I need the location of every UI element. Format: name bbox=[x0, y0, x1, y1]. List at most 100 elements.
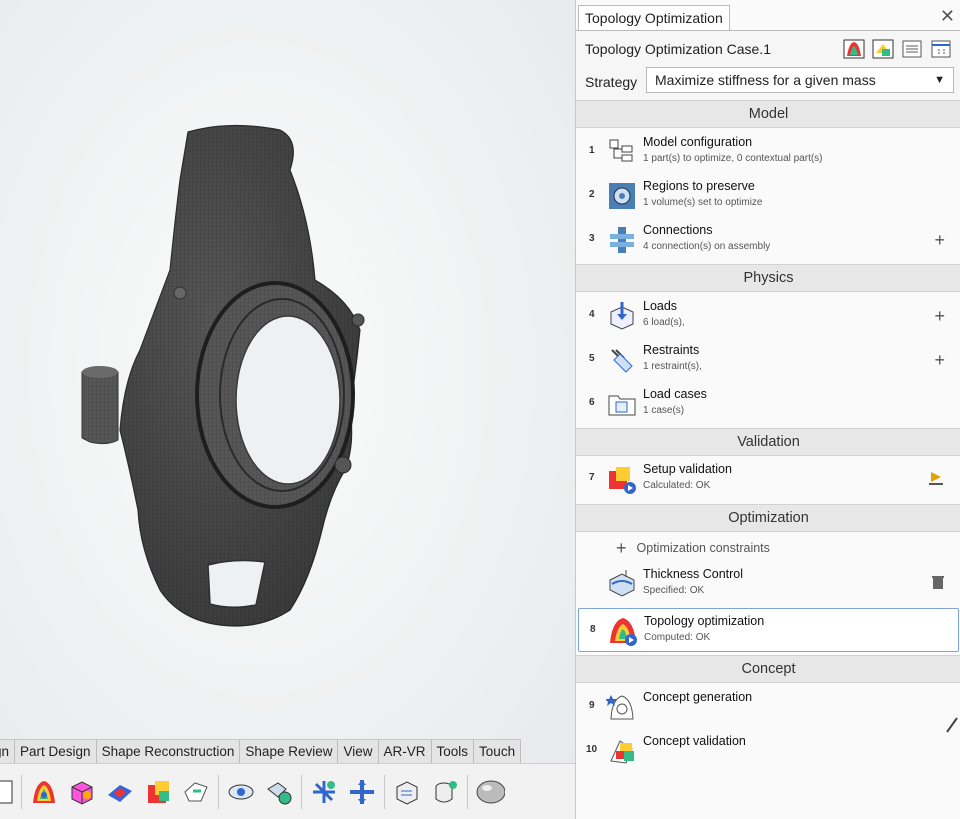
run-validation-icon[interactable] bbox=[927, 469, 945, 492]
add-optimization-constraints[interactable]: + Optimization constraints bbox=[616, 538, 770, 559]
strategy-dropdown[interactable]: Maximize stiffness for a given mass ▼ bbox=[646, 67, 954, 93]
connections-icon bbox=[606, 224, 638, 256]
row-number: 5 bbox=[589, 353, 595, 364]
workbench-tabs: gnPart DesignShape ReconstructionShape R… bbox=[0, 739, 522, 764]
row-subtitle: 1 volume(s) set to optimize bbox=[643, 197, 763, 208]
close-icon[interactable]: ✕ bbox=[940, 6, 955, 27]
concept-generation-icon bbox=[605, 691, 638, 723]
row-concept-validation[interactable]: 10 Concept validation bbox=[576, 729, 960, 773]
row-model-configuration[interactable]: 1 Model configuration 1 part(s) to optim… bbox=[576, 130, 960, 174]
row-subtitle: Computed: OK bbox=[644, 632, 711, 643]
row-number: 1 bbox=[589, 145, 595, 156]
row-thickness-control[interactable]: Thickness Control Specified: OK bbox=[576, 562, 960, 606]
topology-optimization-panel: Topology Optimization ✕ Topology Optimiz… bbox=[575, 0, 960, 819]
row-concept-generation[interactable]: 9 Concept generation bbox=[576, 685, 960, 729]
flow-icon[interactable] bbox=[181, 777, 211, 807]
folder-icon bbox=[606, 388, 638, 420]
toolbar-separator bbox=[301, 775, 302, 809]
workbench-tab[interactable]: AR-VR bbox=[378, 740, 432, 764]
resize-cursor-icon bbox=[946, 717, 958, 733]
restraints-icon bbox=[606, 344, 638, 376]
row-title: Restraints bbox=[643, 343, 700, 357]
color-map-icon[interactable] bbox=[105, 777, 135, 807]
workbench-tab[interactable]: Part Design bbox=[15, 740, 97, 764]
toolbar-separator bbox=[218, 775, 219, 809]
row-number: 8 bbox=[590, 624, 596, 635]
concept-validation-icon bbox=[606, 735, 638, 767]
row-regions-to-preserve[interactable]: 2 Regions to preserve 1 volume(s) set to… bbox=[576, 174, 960, 218]
row-title: Model configuration bbox=[643, 135, 753, 149]
row-number: 7 bbox=[589, 472, 595, 483]
workbench-tab[interactable]: Touch bbox=[474, 740, 522, 764]
row-subtitle: 4 connection(s) on assembly bbox=[643, 241, 771, 252]
row-subtitle: 1 restraint(s), bbox=[643, 361, 702, 372]
mesh-box-icon[interactable] bbox=[67, 777, 97, 807]
add-load-button[interactable]: + bbox=[934, 306, 945, 327]
gear-part-icon[interactable] bbox=[264, 777, 294, 807]
tree-structure-icon bbox=[606, 136, 638, 168]
knuckle-part-model[interactable] bbox=[60, 110, 380, 650]
row-loads[interactable]: 4 Loads 6 load(s), + bbox=[576, 294, 960, 338]
case-actions bbox=[842, 38, 953, 60]
panel-tab[interactable]: Topology Optimization bbox=[578, 5, 730, 30]
row-subtitle: 1 case(s) bbox=[643, 405, 685, 416]
optimization-constraints-label: Optimization constraints bbox=[636, 541, 770, 555]
add-restraint-button[interactable]: + bbox=[934, 350, 945, 371]
topology-map-icon[interactable] bbox=[29, 777, 59, 807]
row-number: 3 bbox=[589, 233, 595, 244]
row-title: Thickness Control bbox=[643, 567, 744, 581]
plus-icon: + bbox=[616, 538, 627, 558]
row-subtitle: Calculated: OK bbox=[643, 480, 711, 491]
row-restraints[interactable]: 5 Restraints 1 restraint(s), + bbox=[576, 338, 960, 382]
toolbar-separator bbox=[467, 775, 468, 809]
row-connections[interactable]: 3 Connections 4 connection(s) on assembl… bbox=[576, 218, 960, 262]
sphere-icon[interactable] bbox=[475, 777, 505, 807]
section-model: Model bbox=[576, 100, 960, 128]
regions-icon bbox=[606, 180, 638, 212]
row-load-cases[interactable]: 6 Load cases 1 case(s) bbox=[576, 382, 960, 426]
eye-rotate-icon[interactable] bbox=[226, 777, 256, 807]
section-physics: Physics bbox=[576, 264, 960, 292]
arrow-fan-icon[interactable] bbox=[309, 777, 339, 807]
workbench-tab[interactable]: Shape Review bbox=[240, 740, 339, 764]
row-subtitle: Specified: OK bbox=[643, 585, 705, 596]
color-cube-icon[interactable] bbox=[143, 777, 173, 807]
section-concept: Concept bbox=[576, 655, 960, 683]
row-number: 2 bbox=[589, 189, 595, 200]
drawing-icon[interactable] bbox=[392, 777, 422, 807]
row-title: Load cases bbox=[643, 387, 707, 401]
arrow-cross-icon[interactable] bbox=[347, 777, 377, 807]
results-icon[interactable] bbox=[871, 38, 895, 60]
row-title: Loads bbox=[643, 299, 678, 313]
grid-settings-icon[interactable] bbox=[929, 38, 953, 60]
cylinder-icon[interactable] bbox=[430, 777, 460, 807]
validation-cube-icon bbox=[606, 463, 638, 495]
caret-down-icon: ▼ bbox=[934, 74, 945, 86]
row-title: Concept generation bbox=[643, 690, 753, 704]
row-setup-validation[interactable]: 7 Setup validation Calculated: OK bbox=[576, 457, 960, 501]
part-icon[interactable] bbox=[0, 777, 14, 807]
list-icon[interactable] bbox=[900, 38, 924, 60]
row-title: Topology optimization bbox=[644, 614, 765, 628]
3d-viewport[interactable]: gnPart DesignShape ReconstructionShape R… bbox=[0, 0, 575, 819]
row-number: 9 bbox=[589, 700, 595, 711]
section-optimization: Optimization bbox=[576, 504, 960, 532]
row-title: Setup validation bbox=[643, 462, 732, 476]
workbench-tab[interactable]: Tools bbox=[431, 740, 475, 764]
topology-optimization-icon bbox=[607, 615, 639, 647]
trash-icon[interactable] bbox=[931, 574, 945, 595]
row-title: Regions to preserve bbox=[643, 179, 755, 193]
case-title: Topology Optimization Case.1 bbox=[585, 41, 771, 57]
row-number: 6 bbox=[589, 397, 595, 408]
workbench-tab[interactable]: gn bbox=[0, 740, 16, 764]
strategy-label: Strategy bbox=[585, 74, 638, 90]
row-subtitle: 1 part(s) to optimize, 0 contextual part… bbox=[643, 153, 823, 164]
add-connection-button[interactable]: + bbox=[934, 230, 945, 251]
section-validation: Validation bbox=[576, 428, 960, 456]
workbench-tab[interactable]: Shape Reconstruction bbox=[96, 740, 241, 764]
row-topology-optimization[interactable]: 8 Topology optimization Computed: OK bbox=[578, 608, 959, 652]
run-topology-icon[interactable] bbox=[842, 38, 866, 60]
row-number: 10 bbox=[586, 744, 598, 755]
toolbar-separator bbox=[21, 775, 22, 809]
workbench-tab[interactable]: View bbox=[338, 740, 379, 764]
